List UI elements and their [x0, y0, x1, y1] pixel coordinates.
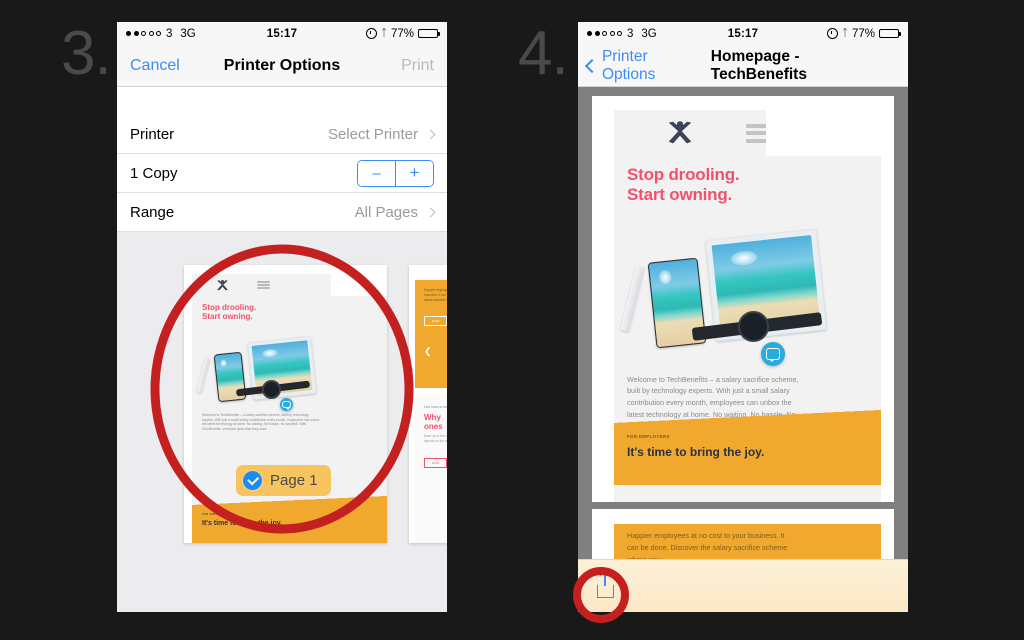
row-copies: 1 Copy – + [117, 154, 447, 193]
page-badge-label: Page 1 [270, 472, 318, 489]
step-number-4: 4. [518, 19, 569, 88]
step-number-3: 3. [61, 19, 112, 88]
status-bar: 3 3G 15:17 ᛏ 77% [578, 22, 908, 45]
row-printer-value: Select Printer [327, 125, 418, 143]
row-range-label: Range [130, 203, 175, 221]
page-thumbnail-1[interactable]: Stop drooling. Start owning. Welcome to … [184, 265, 387, 543]
thumb2-band-text: Happier employees at no cost to your bus… [424, 288, 447, 302]
thumb-orange-band: FOR EMPLOYERS It's time to bring the joy… [192, 505, 387, 543]
thumb-band-title: It's time to bring the joy. [202, 520, 283, 527]
share-icon [596, 585, 614, 598]
chevron-right-icon [425, 207, 436, 217]
techbenefits-logo-icon [216, 279, 229, 292]
increment-copies-button[interactable]: + [396, 160, 433, 186]
thumb2-band-button[interactable]: HOW [424, 316, 447, 326]
thumb2-title-line1: Why [424, 413, 441, 422]
thumb2-eyebrow: FOR EMPLOYEES [424, 406, 447, 409]
web-headline-line2: Start owning. [627, 185, 733, 205]
navigation-bar: Printer Options Homepage - TechBenefits [578, 45, 908, 87]
page-thumbnail-2[interactable]: Happier employees at no cost to your bus… [409, 265, 447, 543]
web-band-title: It's time to bring the joy. [627, 445, 765, 460]
screenshot-stage: 3. 4. 3 3G 15:17 ᛏ 77% Cancel Printer Op… [0, 0, 1024, 640]
back-button-label: Printer Options [601, 47, 656, 83]
phone-screen-web-preview: 3 3G 15:17 ᛏ 77% Printer Options Homepag… [578, 22, 908, 612]
web-band-eyebrow: FOR EMPLOYERS [627, 434, 670, 440]
battery-percent-label: 77% [851, 27, 875, 40]
thumb2-body: Save up to the cost of a cheap monthly d… [424, 434, 447, 443]
row-range-value: All Pages [354, 203, 418, 221]
thumb-hero-image [192, 327, 387, 411]
row-printer-label: Printer [130, 125, 175, 143]
copies-stepper[interactable]: – + [357, 159, 434, 187]
web-headline: Stop drooling. Start owning. [627, 165, 881, 206]
row-printer[interactable]: Printer Select Printer [117, 115, 447, 154]
thumbnail2-page-content: Happier employees at no cost to your bus… [409, 265, 447, 543]
thumb2-title-line2: ones [424, 422, 443, 432]
alarm-clock-icon [365, 28, 377, 39]
thumbnail-page-content: Stop drooling. Start owning. Welcome to … [184, 265, 387, 543]
navigation-bar: Cancel Printer Options Print [117, 45, 447, 87]
chat-bubble-icon[interactable] [761, 341, 785, 366]
print-button[interactable]: Print [401, 57, 434, 75]
row-range[interactable]: Range All Pages [117, 193, 447, 232]
battery-icon [879, 28, 901, 39]
web-headline-line1: Stop drooling. [627, 165, 740, 184]
battery-icon [418, 28, 440, 39]
bluetooth-icon: ᛏ [841, 27, 848, 39]
chevron-left-icon [584, 58, 600, 73]
web-hero-image [614, 214, 881, 366]
check-circle-icon [242, 470, 263, 491]
phone-screen-printer-options: 3 3G 15:17 ᛏ 77% Cancel Printer Options … [117, 22, 447, 612]
cancel-button[interactable]: Cancel [130, 57, 180, 75]
thumb-headline-line2: Start owning. [202, 312, 253, 322]
thumb-band-eyebrow: FOR EMPLOYERS [202, 513, 230, 516]
decrement-copies-button[interactable]: – [358, 160, 396, 186]
status-bar-right: ᛏ 77% [826, 27, 901, 40]
chevron-left-icon[interactable]: ❮ [424, 346, 432, 357]
chevron-right-icon [425, 129, 436, 139]
hamburger-menu-icon [257, 280, 270, 290]
chat-bubble-icon[interactable] [280, 397, 293, 411]
page-1-badge[interactable]: Page 1 [236, 465, 331, 496]
web-preview-area[interactable]: Stop drooling. Start owning. Welcome to … [578, 87, 908, 612]
print-preview-area: Stop drooling. Start owning. Welcome to … [117, 232, 447, 612]
share-sheet-panel [578, 559, 908, 612]
status-bar: 3 3G 15:17 ᛏ 77% [117, 22, 447, 45]
techbenefits-logo-icon [666, 120, 694, 146]
page-title: Homepage - TechBenefits [710, 47, 807, 83]
status-bar-right: ᛏ 77% [365, 27, 440, 40]
bluetooth-icon: ᛏ [380, 27, 387, 39]
list-top-spacer [117, 87, 447, 115]
thumb2-cta-button[interactable]: HOW [424, 458, 447, 468]
battery-percent-label: 77% [390, 27, 414, 40]
web-orange-band: FOR EMPLOYERS It's time to bring the joy… [614, 423, 881, 486]
web-page-1: Stop drooling. Start owning. Welcome to … [592, 96, 894, 503]
thumb-headline-line1: Stop drooling. [202, 303, 257, 312]
back-button[interactable]: Printer Options [584, 47, 705, 84]
alarm-clock-icon [826, 28, 838, 39]
share-button[interactable] [592, 572, 618, 598]
thumb-body-text: Welcome to TechBenefits – a salary sacri… [202, 412, 320, 432]
row-copies-label: 1 Copy [130, 164, 178, 182]
